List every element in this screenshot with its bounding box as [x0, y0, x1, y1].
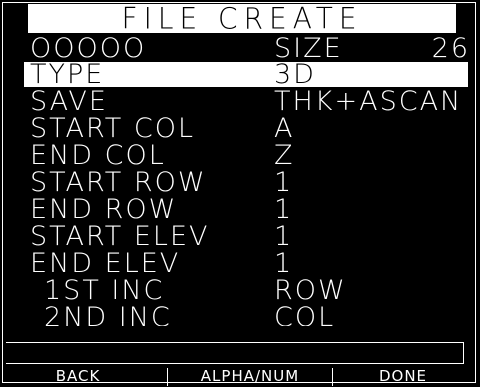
- field-row-end-row[interactable]: END ROW 1: [0, 196, 480, 224]
- file-create-screen: FILE CREATE OOOOO SIZE 26 TYPE 3D SAVE T…: [0, 0, 480, 387]
- size-value: 26: [431, 33, 470, 64]
- field-row-save[interactable]: SAVE THK+ASCAN: [0, 88, 480, 116]
- field-row-start-row[interactable]: START ROW 1: [0, 169, 480, 197]
- screen-title: FILE CREATE: [121, 1, 363, 36]
- field-value[interactable]: 1: [274, 196, 293, 224]
- field-value[interactable]: Z: [274, 142, 295, 170]
- field-value[interactable]: COL: [274, 304, 335, 326]
- field-value[interactable]: 1: [274, 169, 293, 197]
- field-label: START ROW: [30, 167, 207, 198]
- field-row-end-col[interactable]: END COL Z: [0, 142, 480, 170]
- field-row-start-col[interactable]: START COL A: [0, 115, 480, 143]
- field-value[interactable]: 1: [274, 223, 293, 251]
- field-value[interactable]: 1: [274, 250, 293, 278]
- done-softkey[interactable]: DONE: [333, 366, 473, 387]
- field-value[interactable]: THK+ASCAN: [274, 88, 462, 116]
- field-value[interactable]: 3D: [274, 61, 316, 89]
- field-label: END ELEV: [30, 248, 181, 279]
- back-softkey[interactable]: BACK: [8, 366, 148, 387]
- field-label: START COL: [30, 113, 196, 144]
- field-label: 1ST INC: [44, 275, 165, 306]
- entry-line: [6, 342, 464, 364]
- field-row-start-elev[interactable]: START ELEV 1: [0, 223, 480, 251]
- field-value[interactable]: A: [274, 115, 294, 143]
- field-row-end-elev[interactable]: END ELEV 1: [0, 250, 480, 278]
- softkey-bar: BACK ALPHA/NUM DONE: [0, 366, 480, 387]
- field-value[interactable]: ROW: [274, 277, 347, 305]
- field-label: START ELEV: [30, 221, 210, 252]
- field-row-2nd-inc[interactable]: 2ND INC COL: [0, 304, 480, 326]
- field-label: TYPE: [30, 59, 105, 90]
- field-row-type[interactable]: TYPE 3D: [0, 61, 480, 89]
- title-bar: FILE CREATE: [28, 1, 456, 36]
- field-label: END ROW: [30, 194, 178, 225]
- field-label: SAVE: [30, 86, 108, 117]
- alpha-num-softkey[interactable]: ALPHA/NUM: [168, 366, 332, 387]
- field-label: END COL: [30, 140, 166, 171]
- field-row-1st-inc[interactable]: 1ST INC ROW: [0, 277, 480, 305]
- field-label: 2ND INC: [44, 304, 172, 326]
